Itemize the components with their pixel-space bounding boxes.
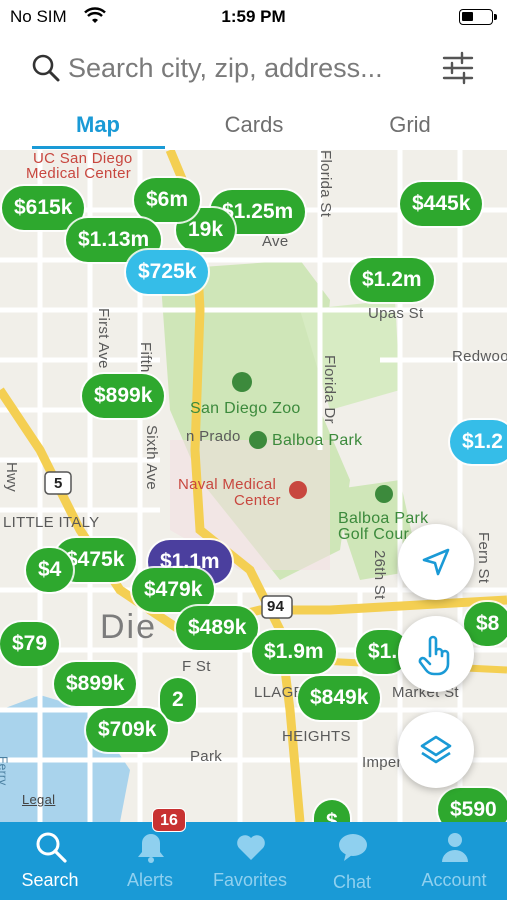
map-label-golf-course: Golf Cour bbox=[338, 526, 410, 543]
location-arrow-icon bbox=[422, 548, 450, 576]
map-label-heights: HEIGHTS bbox=[282, 728, 351, 745]
map-label-park: Park bbox=[190, 748, 223, 765]
tab-grid[interactable]: Grid bbox=[340, 112, 480, 138]
price-pin[interactable]: $590 bbox=[438, 788, 507, 822]
price-pin[interactable]: 2 bbox=[160, 678, 196, 722]
locate-me-button[interactable] bbox=[398, 524, 474, 600]
search-bar bbox=[0, 44, 507, 94]
active-tab-indicator bbox=[32, 146, 165, 149]
layers-icon bbox=[420, 735, 452, 764]
heart-icon bbox=[237, 835, 265, 860]
tab-map[interactable]: Map bbox=[28, 112, 168, 138]
map-label-florida-dr: Florida Dr bbox=[321, 355, 338, 424]
map-label-fern-st: Fern St bbox=[475, 532, 492, 584]
highway-94-shield: 94 bbox=[267, 598, 285, 615]
price-pin[interactable]: $1.2 bbox=[450, 420, 507, 464]
search-icon bbox=[32, 54, 60, 82]
price-pin[interactable]: $899k bbox=[82, 374, 165, 418]
price-pin[interactable]: $445k bbox=[400, 182, 483, 226]
map-label-redwood: Redwood bbox=[452, 348, 507, 365]
legal-link[interactable]: Legal bbox=[22, 792, 55, 807]
hand-pointer-icon bbox=[418, 635, 450, 676]
map-label-imperial: Imper bbox=[362, 754, 402, 771]
price-pin[interactable]: $489k bbox=[176, 606, 259, 650]
filter-sliders-icon[interactable] bbox=[440, 50, 476, 86]
price-pin[interactable]: $79 bbox=[0, 622, 60, 666]
map-label-florida-st: Florida St bbox=[317, 150, 334, 218]
nav-favorites[interactable]: Favorites bbox=[200, 822, 300, 900]
map-label-hwy: Hwy bbox=[3, 462, 20, 493]
map-label-prado: n Prado bbox=[186, 428, 241, 445]
price-pin[interactable]: $725k bbox=[126, 250, 209, 294]
battery-icon bbox=[459, 9, 497, 25]
highway-5-shield: 5 bbox=[54, 475, 63, 492]
map-label-ferry: Ferry bbox=[0, 756, 10, 786]
nav-account-label: Account bbox=[421, 870, 487, 890]
bottom-tab-bar: Search Alerts Favorites Chat Account bbox=[0, 822, 507, 900]
search-input[interactable] bbox=[68, 48, 428, 88]
price-pin[interactable]: $1.2m bbox=[350, 258, 434, 302]
map-label-ave: Ave bbox=[262, 233, 289, 250]
price-pin[interactable]: $4 bbox=[26, 548, 74, 592]
map-label-26th-st: 26th St bbox=[371, 550, 388, 600]
tab-cards[interactable]: Cards bbox=[184, 112, 324, 138]
map-label-naval-center: Center bbox=[234, 492, 281, 509]
map-label-diego: Die bbox=[100, 608, 158, 646]
map-label-f-st: F St bbox=[182, 658, 211, 675]
nav-alerts[interactable]: Alerts bbox=[100, 822, 200, 900]
map-label-first-ave: First Ave bbox=[95, 308, 112, 369]
map-label-sixth-ave: Sixth Ave bbox=[143, 425, 160, 490]
chat-icon bbox=[339, 834, 367, 861]
map-label-zoo: San Diego Zoo bbox=[190, 400, 301, 417]
status-bar: No SIM 1:59 PM bbox=[0, 0, 507, 34]
person-icon bbox=[442, 833, 468, 862]
map-label-village: LLAGE bbox=[254, 684, 304, 701]
alerts-count-badge: 16 bbox=[152, 808, 186, 832]
price-pin[interactable]: $899k bbox=[54, 662, 137, 706]
price-pin[interactable]: $1.9m bbox=[252, 630, 336, 674]
nav-chat-label: Chat bbox=[332, 872, 372, 892]
nav-search[interactable]: Search bbox=[0, 822, 100, 900]
map-label-ucsd-medical: Medical Center bbox=[26, 165, 132, 182]
map-label-upas: Upas St bbox=[368, 305, 424, 322]
clock: 1:59 PM bbox=[221, 7, 286, 26]
map-view[interactable]: UC San Diego Medical Center Florida St F… bbox=[0, 150, 507, 822]
price-pin[interactable]: $849k bbox=[298, 676, 381, 720]
map-layers-button[interactable] bbox=[398, 712, 474, 788]
price-pin[interactable]: $709k bbox=[86, 708, 169, 752]
bell-icon bbox=[138, 834, 164, 863]
map-label-balboa-park: Balboa Park bbox=[272, 432, 363, 449]
nav-search-label: Search bbox=[21, 870, 79, 890]
nav-chat[interactable]: Chat bbox=[302, 822, 402, 900]
map-label-naval: Naval Medical bbox=[178, 476, 277, 493]
draw-search-button[interactable] bbox=[398, 616, 474, 692]
view-tabs: Map Cards Grid bbox=[0, 100, 507, 150]
nav-account[interactable]: Account bbox=[404, 822, 504, 900]
search-icon bbox=[36, 832, 67, 863]
nav-alerts-label: Alerts bbox=[126, 870, 173, 890]
nav-favorites-label: Favorites bbox=[212, 870, 288, 890]
price-pin[interactable]: $6m bbox=[134, 178, 201, 222]
map-label-little-italy: LITTLE ITALY bbox=[3, 514, 100, 531]
